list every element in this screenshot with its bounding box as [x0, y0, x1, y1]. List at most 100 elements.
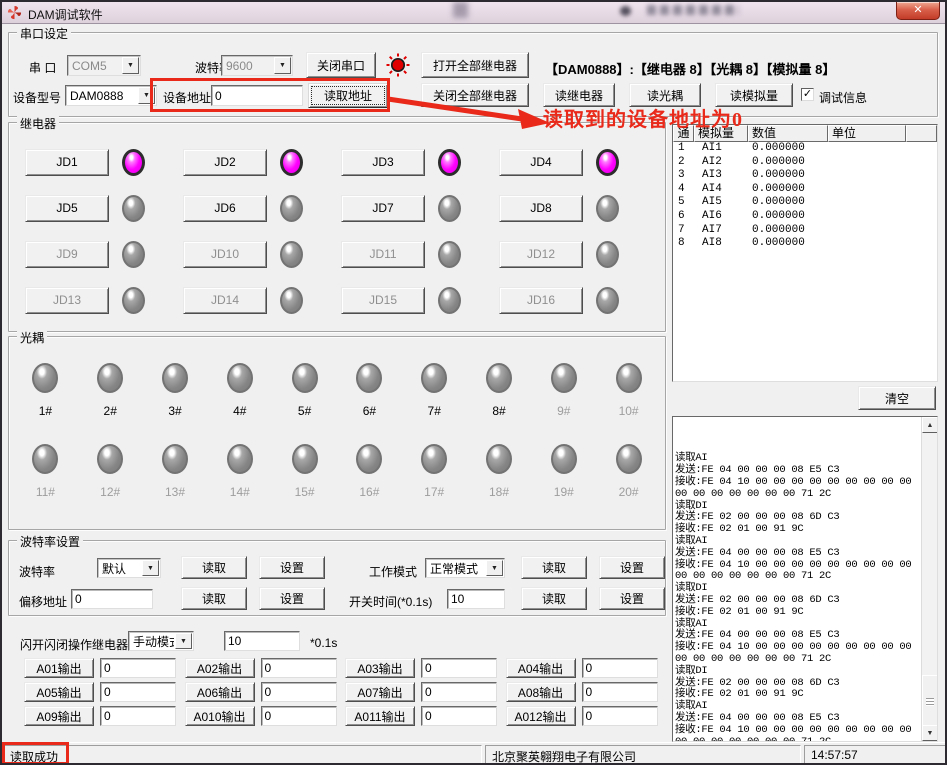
chevron-down-icon[interactable]: ▼ — [175, 633, 192, 649]
output-value-input[interactable] — [261, 658, 337, 678]
read-relay-button[interactable]: 读继电器 — [543, 83, 615, 107]
col-header-unit[interactable]: 单位 — [828, 125, 906, 142]
relay-button[interactable]: JD11 — [341, 241, 425, 268]
offset-addr-input[interactable] — [71, 589, 153, 609]
output-value-input[interactable] — [582, 706, 658, 726]
table-row[interactable]: 8 AI8 0.000000 — [673, 237, 937, 251]
col-header-value[interactable]: 数值 — [748, 125, 828, 142]
relay-group: 继电器 JD1 JD2 JD3 JD4 — [8, 122, 666, 332]
relay-button[interactable]: JD6 — [183, 195, 267, 222]
relay-button[interactable]: JD8 — [499, 195, 583, 222]
output-button[interactable]: A02输出 — [185, 658, 255, 678]
debug-info-checkbox[interactable]: ✓ — [801, 88, 814, 101]
col-header-channel[interactable]: 通 — [673, 125, 694, 142]
output-button[interactable]: A03输出 — [345, 658, 415, 678]
work-mode-select[interactable]: 正常模式 ▼ — [425, 558, 505, 578]
output-cell: A011输出 — [345, 706, 506, 726]
output-button[interactable]: A01输出 — [24, 658, 94, 678]
scroll-up-icon[interactable]: ▲ — [922, 417, 938, 433]
relay-button[interactable]: JD3 — [341, 149, 425, 176]
offset-read-button[interactable]: 读取 — [181, 587, 247, 610]
output-button[interactable]: A07输出 — [345, 682, 415, 702]
relay-button[interactable]: JD14 — [183, 287, 267, 314]
scrollbar-thumb[interactable] — [922, 675, 938, 729]
relay-button[interactable]: JD1 — [25, 149, 109, 176]
relay-cell: JD6 — [183, 195, 341, 222]
scroll-down-icon[interactable]: ▼ — [922, 725, 938, 741]
clear-log-button[interactable]: 清空 — [858, 386, 936, 410]
baud-set-button[interactable]: 设置 — [259, 556, 325, 579]
close-all-relays-button[interactable]: 关闭全部继电器 — [421, 83, 529, 107]
output-button[interactable]: A011输出 — [345, 706, 415, 726]
log-scrollbar[interactable]: ▲ ▼ — [921, 417, 937, 741]
flash-mode-select[interactable]: 手动模式 ▼ — [128, 631, 194, 651]
table-row[interactable]: 7 AI7 0.000000 — [673, 224, 937, 238]
work-mode-read-button[interactable]: 读取 — [521, 556, 587, 579]
output-value-input[interactable] — [100, 658, 176, 678]
table-row[interactable]: 5 AI5 0.000000 — [673, 196, 937, 210]
opto-channel-label: 16# — [359, 485, 379, 499]
output-value-input[interactable] — [421, 658, 497, 678]
close-serial-button[interactable]: 关闭串口 — [306, 52, 376, 78]
baud-read-button[interactable]: 读取 — [181, 556, 247, 579]
output-button[interactable]: A08输出 — [506, 682, 576, 702]
table-row[interactable]: 3 AI3 0.000000 — [673, 169, 937, 183]
output-value-input[interactable] — [261, 706, 337, 726]
close-button[interactable]: ✕ — [896, 2, 940, 20]
work-mode-set-button[interactable]: 设置 — [599, 556, 665, 579]
read-address-button[interactable]: 读取地址 — [308, 83, 388, 108]
output-button[interactable]: A09输出 — [24, 706, 94, 726]
device-model-select[interactable]: DAM0888 ▼ — [65, 85, 157, 106]
read-opto-button[interactable]: 读光耦 — [629, 83, 701, 107]
relay-button[interactable]: JD10 — [183, 241, 267, 268]
switch-time-set-button[interactable]: 设置 — [599, 587, 665, 610]
output-value-input[interactable] — [100, 706, 176, 726]
offset-set-button[interactable]: 设置 — [259, 587, 325, 610]
table-row[interactable]: 1 AI1 0.000000 — [673, 142, 937, 156]
output-value-input[interactable] — [582, 682, 658, 702]
output-value-input[interactable] — [261, 682, 337, 702]
com-port-select[interactable]: COM5 ▼ — [67, 55, 141, 76]
relay-cell: JD4 — [499, 149, 657, 176]
chevron-down-icon[interactable]: ▼ — [138, 87, 155, 104]
relay-button[interactable]: JD15 — [341, 287, 425, 314]
table-row[interactable]: 2 AI2 0.000000 — [673, 156, 937, 170]
relay-cell: JD10 — [183, 241, 341, 268]
relay-button[interactable]: JD12 — [499, 241, 583, 268]
log-line: 接收:FE 02 01 00 91 9C — [675, 524, 919, 536]
relay-button[interactable]: JD5 — [25, 195, 109, 222]
log-line: 接收:FE 02 01 00 91 9C — [675, 607, 919, 619]
baud-rate-select[interactable]: 9600 ▼ — [221, 55, 293, 76]
relay-button[interactable]: JD2 — [183, 149, 267, 176]
output-value-input[interactable] — [100, 682, 176, 702]
table-row[interactable]: 6 AI6 0.000000 — [673, 210, 937, 224]
device-addr-input[interactable] — [211, 85, 303, 106]
output-button[interactable]: A010输出 — [185, 706, 255, 726]
open-all-relays-button[interactable]: 打开全部继电器 — [421, 52, 529, 78]
col-header-analog[interactable]: 模拟量 — [694, 125, 748, 142]
flash-time-input[interactable] — [224, 631, 300, 651]
output-button[interactable]: A05输出 — [24, 682, 94, 702]
output-value-input[interactable] — [582, 658, 658, 678]
output-button[interactable]: A012输出 — [506, 706, 576, 726]
output-value-input[interactable] — [421, 706, 497, 726]
table-row[interactable]: 4 AI4 0.000000 — [673, 183, 937, 197]
chevron-down-icon[interactable]: ▼ — [486, 560, 503, 576]
output-button[interactable]: A06输出 — [185, 682, 255, 702]
relay-button[interactable]: JD13 — [25, 287, 109, 314]
relay-button[interactable]: JD16 — [499, 287, 583, 314]
chevron-down-icon[interactable]: ▼ — [122, 57, 139, 74]
relay-button[interactable]: JD9 — [25, 241, 109, 268]
chevron-down-icon[interactable]: ▼ — [274, 57, 291, 74]
output-button[interactable]: A04输出 — [506, 658, 576, 678]
baud-setting-select[interactable]: 默认 ▼ — [97, 558, 161, 578]
switch-time-input[interactable] — [447, 589, 505, 609]
switch-time-read-button[interactable]: 读取 — [521, 587, 587, 610]
debug-log-panel[interactable]: 读取AI发送:FE 04 00 00 00 08 E5 C3接收:FE 04 1… — [672, 416, 938, 742]
opto-channel-label: 17# — [424, 485, 444, 499]
output-value-input[interactable] — [421, 682, 497, 702]
chevron-down-icon[interactable]: ▼ — [142, 560, 159, 576]
relay-button[interactable]: JD7 — [341, 195, 425, 222]
read-analog-button[interactable]: 读模拟量 — [715, 83, 793, 107]
relay-button[interactable]: JD4 — [499, 149, 583, 176]
